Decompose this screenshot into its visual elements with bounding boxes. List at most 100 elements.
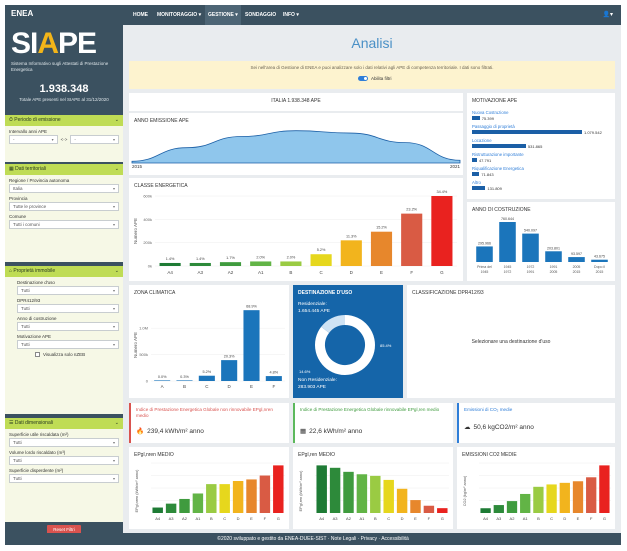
app-frame: ENEA SIAPE Sistema Informativo sugli Att… (5, 5, 621, 545)
bar (189, 262, 211, 266)
data-label: 4.8% (270, 371, 279, 375)
toggle-switch[interactable] (358, 76, 368, 81)
data-label: 1.4% (166, 257, 175, 261)
x-tick-label: E (380, 270, 383, 275)
ind-title: Emissioni di CO₂ medie (464, 407, 513, 412)
bar (165, 503, 177, 513)
x-end-label: 2021 (449, 164, 460, 169)
nav-gestione[interactable]: GESTIONE ▾ (205, 5, 241, 25)
data-label: 540.097 (524, 229, 537, 233)
toggle-label: Abilita filtri (371, 76, 392, 81)
provincia-select[interactable]: Tutte le province ▾ (9, 202, 119, 211)
dpr-select[interactable]: Tutti ▾ (17, 304, 119, 313)
anno-emissione-card: ANNO EMISSIONE APE 2015 2021 (129, 113, 463, 175)
bar (431, 196, 453, 266)
data-label: 23.2% (406, 208, 417, 212)
user-icon[interactable]: 👤▾ (603, 5, 613, 25)
italia-card: ITALIA 1.938.348 APE (129, 93, 463, 111)
x-tick-label: A4 (167, 270, 173, 275)
bar (192, 493, 204, 513)
anno-costruzione-select[interactable]: Tutti ▾ (17, 322, 119, 331)
x-tick-label: 2015 (573, 270, 581, 274)
x-tick-label: G (440, 270, 444, 275)
motivazione-bar (472, 186, 486, 190)
bar (370, 475, 381, 513)
destinazione-select[interactable]: Tutti ▾ (17, 286, 119, 295)
year-from-select[interactable]: - ▾ (9, 135, 58, 144)
bar (545, 251, 562, 262)
motivazione-select[interactable]: Tutti ▾ (17, 340, 119, 349)
footer: ©2020 sviluppato e gestito da ENEA-DUEE-… (5, 533, 621, 545)
area-series (131, 130, 461, 164)
comune-select[interactable]: Tutti i comuni ▾ (9, 220, 119, 229)
filter-territoriali-header[interactable]: ▦ Dati territoriali ⌄ (5, 164, 123, 175)
bar (198, 375, 215, 381)
select-value: - (13, 137, 15, 142)
bar (476, 246, 493, 262)
bar (383, 479, 394, 513)
ind-value-row: ☁ 50,6 kgCO2/m² anno (464, 423, 534, 432)
nzeb-checkbox-row[interactable]: Visualizza solo nZEB (5, 349, 123, 357)
nav-label: GESTIONE (208, 12, 234, 18)
x-tick-label: G (277, 516, 280, 521)
filter-label: Volume lordo riscaldato (m³) (9, 450, 66, 455)
bar (159, 262, 181, 266)
siape-logo[interactable]: SIAPE (11, 29, 97, 59)
select-value: Tutti (21, 324, 30, 329)
x-tick-label: D (237, 516, 240, 521)
bar (250, 261, 272, 266)
ind-title: Indice di Prestazione Energetica Globale… (300, 407, 440, 412)
filter-label: Destinazione d'uso (17, 280, 55, 285)
bar (396, 488, 408, 513)
zona-climatica-card: ZONA CLIMATICA 1.0M 500k 0 Numero APE 0.0% A 0… (129, 285, 289, 398)
x-tick-label: 1945 (504, 265, 512, 269)
y-tick-label: 1.0M (139, 326, 148, 331)
year-to-select[interactable]: - ▾ (70, 135, 120, 144)
filter-label: Superficie disperdente (m²) (9, 468, 64, 473)
superficie-select[interactable]: Tutti ▾ (9, 438, 119, 447)
nav-home[interactable]: HOME (133, 5, 148, 25)
motivazione-label: Locazione (472, 138, 492, 143)
x-tick-label: F (264, 516, 267, 521)
nav-sondaggio[interactable]: SONDAGGIO (245, 5, 276, 25)
bar (572, 481, 584, 513)
regione-select[interactable]: Italia ▾ (9, 184, 119, 193)
ind-ren-card: Indice di Prestazione Energetica Globale… (293, 403, 453, 443)
ep-ren-chart: EPgl,ren (kWh/m² anno) A4 A3 A2 A1 B C D E F G (299, 462, 449, 521)
nav-label: MONITORAGGIO (157, 12, 198, 18)
bar (259, 475, 271, 513)
y-tick-label: 500k (139, 352, 148, 357)
filter-periodo-header[interactable]: ⏱ Periodo di emissione ⌄ (5, 115, 123, 126)
filter-dimensionali-header[interactable]: ☰ Dati dimensionali ⌄ (5, 418, 123, 429)
filters-toggle[interactable]: Abilita filtri (358, 76, 392, 81)
nav-info[interactable]: INFO ▾ (283, 5, 299, 25)
motivazione-bar (472, 130, 582, 134)
enea-logo[interactable]: ENEA (11, 9, 33, 18)
anno-costruzione-chart: 295.966Prima del1945760.64419451972540.0… (476, 217, 608, 274)
ind-value: 50,6 kgCO2/m² anno (473, 423, 534, 431)
anno-costruzione-card: ANNO DI COSTRUZIONE 295.966 Prima del 1945… (467, 202, 615, 281)
x-tick-label: G (441, 516, 444, 521)
x-tick-label: F (272, 384, 275, 389)
x-tick-label: A1 (523, 516, 529, 521)
ind-nren-card: Indice di Prestazione Energetica Globale… (129, 403, 289, 443)
x-tick-label: C (223, 516, 226, 521)
caret-icon: ▾ (112, 288, 115, 293)
motivazione-label: Ristrutturazione importante (472, 152, 524, 157)
filter-label: Intervallo anni APE (9, 129, 48, 134)
filter-label: Provincia (9, 196, 28, 201)
year-range: - ▾ <-> - ▾ (9, 135, 120, 144)
volume-select[interactable]: Tutti ▾ (9, 456, 119, 465)
motivazione-value: 531.865 (527, 143, 543, 149)
nav-monitoraggio[interactable]: MONITORAGGIO ▾ (157, 5, 201, 25)
disperdente-select[interactable]: Tutti ▾ (9, 474, 119, 483)
bar (265, 376, 282, 381)
data-label: 93.597 (571, 252, 582, 256)
filter-label: Anno di costruzione (17, 316, 57, 321)
x-tick-label: A2 (228, 270, 234, 275)
select-value: Tutti (13, 440, 22, 445)
filter-immobile-header[interactable]: ⌂ Proprietà immobile ⌄ (5, 266, 123, 277)
bar (273, 465, 284, 513)
x-tick-label: B (289, 270, 292, 275)
nzeb-checkbox[interactable] (35, 352, 40, 357)
